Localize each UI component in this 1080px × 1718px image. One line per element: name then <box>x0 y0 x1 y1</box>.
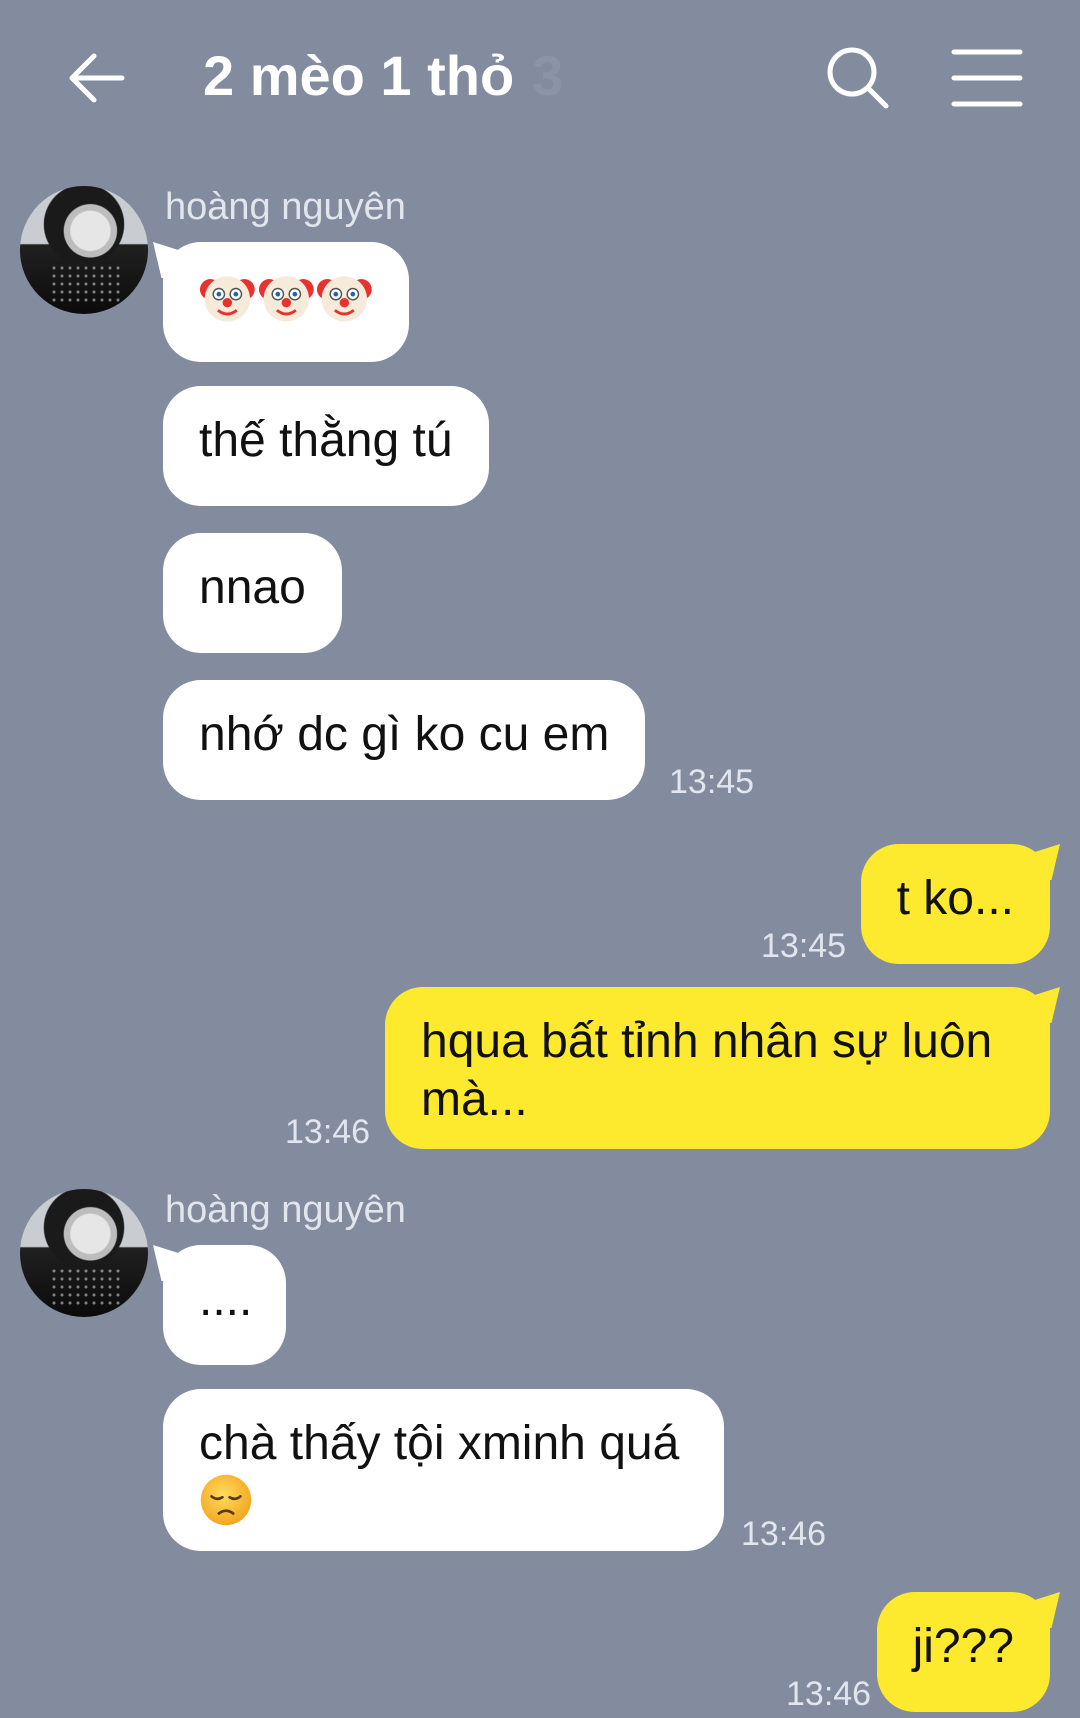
message-text: hqua bất tỉnh nhân sự luôn mà... <box>421 1015 993 1126</box>
avatar[interactable] <box>20 186 148 314</box>
clown-emoji-group <box>199 268 373 326</box>
back-arrow-icon[interactable] <box>60 38 140 118</box>
message-bubble-outgoing[interactable]: hqua bất tỉnh nhân sự luôn mà... <box>385 987 1050 1149</box>
message-bubble-incoming[interactable]: nhớ dc gì ko cu em <box>163 680 646 800</box>
menu-icon[interactable] <box>948 38 1028 118</box>
clown-face-icon <box>258 276 314 322</box>
message-bubble-incoming[interactable]: thế thằng tú <box>163 386 489 506</box>
disappointed-face-icon <box>200 1474 252 1526</box>
message-bubble-incoming[interactable]: .... <box>163 1245 286 1365</box>
avatar[interactable] <box>20 1189 148 1317</box>
message-timestamp: 13:45 <box>761 927 847 965</box>
chat-header: 2 mèo 1 thỏ 3 <box>0 0 1080 150</box>
message-timestamp: 13:46 <box>741 1515 827 1553</box>
message-timestamp: 13:46 <box>786 1675 872 1713</box>
message-text: nhớ dc gì ko cu em <box>199 708 610 761</box>
clown-face-icon <box>317 276 373 322</box>
message-timestamp: 13:45 <box>669 763 755 801</box>
sender-name: hoàng nguyên <box>165 1189 406 1231</box>
message-bubble-incoming[interactable] <box>163 242 409 362</box>
chat-title-text: 2 mèo 1 thỏ <box>203 44 515 107</box>
message-text: nnao <box>199 561 306 614</box>
message-text: ji??? <box>912 1620 1014 1673</box>
message-text: thế thằng tú <box>199 414 453 467</box>
message-bubble-outgoing[interactable]: ji??? <box>876 1592 1050 1712</box>
clown-face-icon <box>199 276 255 322</box>
message-text: t ko... <box>896 872 1014 925</box>
message-text: chà thấy tội xminh quá <box>199 1417 680 1470</box>
message-bubble-incoming[interactable]: chà thấy tội xminh quá <box>163 1389 724 1551</box>
message-bubble-incoming[interactable]: nnao <box>163 533 342 653</box>
sender-name: hoàng nguyên <box>165 186 406 228</box>
message-text: .... <box>199 1273 253 1326</box>
search-icon[interactable] <box>818 38 898 118</box>
member-count: 3 <box>532 44 564 107</box>
chat-title[interactable]: 2 mèo 1 thỏ 3 <box>203 40 563 112</box>
message-bubble-outgoing[interactable]: t ko... <box>860 844 1050 964</box>
message-timestamp: 13:46 <box>285 1113 371 1151</box>
